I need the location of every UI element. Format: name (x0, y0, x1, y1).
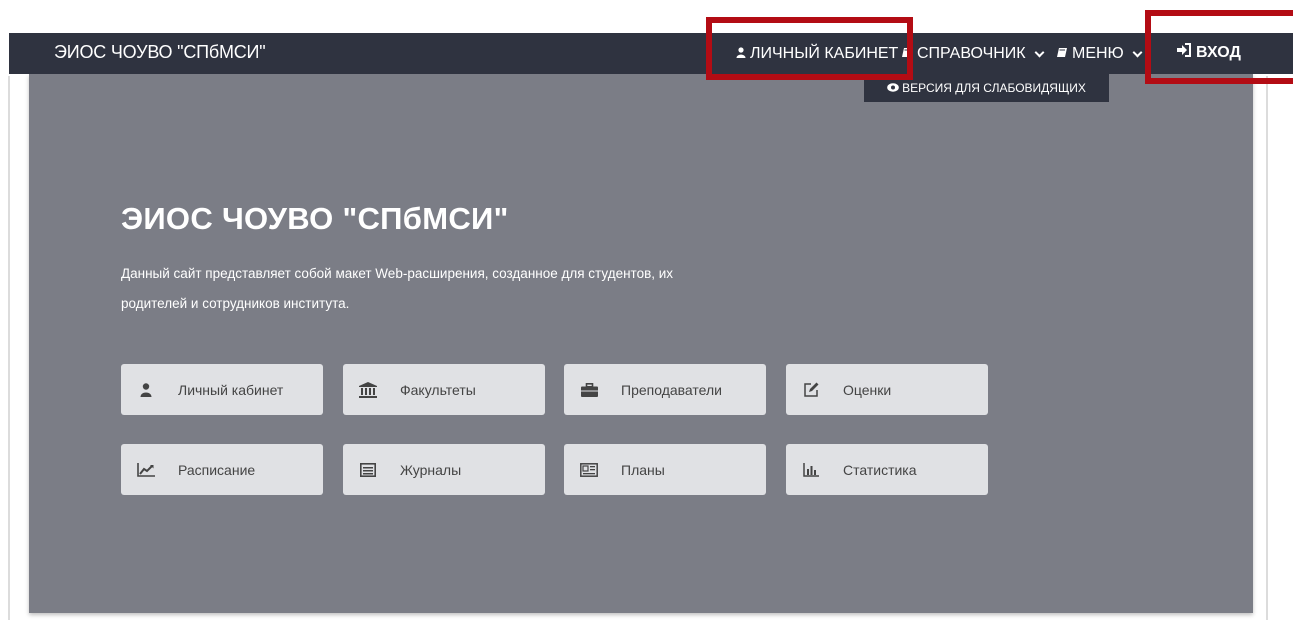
tile-journals[interactable]: Журналы (343, 444, 545, 495)
chevron-down-icon (1132, 47, 1143, 57)
tile-faculties[interactable]: Факультеты (343, 364, 545, 415)
institution-icon (358, 380, 378, 400)
tile-label: Журналы (400, 461, 462, 478)
hero-title: ЭИОС ЧОУВО "СПбМСИ" (121, 201, 509, 236)
tile-label: Планы (621, 461, 665, 478)
tile-label: Личный кабинет (178, 381, 284, 398)
hero-description: Данный сайт представляет собой макет Web… (121, 266, 674, 311)
highlight-login (1145, 10, 1293, 84)
tile-grades[interactable]: Оценки (786, 364, 988, 415)
bar-chart-icon (801, 460, 821, 480)
brand-title[interactable]: ЭИОС ЧОУВО "СПбМСИ" (54, 42, 266, 63)
edit-icon (801, 380, 821, 400)
nav-reference-dropdown[interactable]: СПРАВОЧНИК (902, 45, 1047, 63)
tile-label: Расписание (178, 461, 256, 478)
tile-label: Статистика (843, 461, 917, 478)
tile-label: Оценки (843, 381, 892, 398)
briefcase-icon (579, 380, 599, 400)
newspaper-icon (579, 460, 599, 480)
list-icon (358, 460, 378, 480)
chevron-down-icon (1034, 47, 1045, 57)
tile-plans[interactable]: Планы (564, 444, 766, 495)
book-icon (1057, 45, 1068, 63)
eye-icon (887, 81, 899, 95)
tile-schedule[interactable]: Расписание (121, 444, 323, 495)
top-navbar: ЭИОС ЧОУВО "СПбМСИ" ЛИЧНЫЙ КАБИНЕТ СПРАВ… (9, 33, 1293, 74)
low-vision-label: ВЕРСИЯ ДЛЯ СЛАБОВИДЯЩИХ (902, 81, 1086, 95)
nav-menu-label: МЕНЮ (1072, 45, 1124, 62)
tile-statistics[interactable]: Статистика (786, 444, 988, 495)
tile-teachers[interactable]: Преподаватели (564, 364, 766, 415)
nav-reference-label: СПРАВОЧНИК (917, 45, 1026, 62)
highlight-personal-cabinet (706, 17, 913, 80)
tile-label: Факультеты (400, 381, 476, 398)
hero-section (29, 74, 1253, 613)
line-chart-icon (136, 460, 156, 480)
user-icon (136, 380, 156, 400)
tile-label: Преподаватели (621, 381, 722, 398)
nav-menu-dropdown[interactable]: МЕНЮ (1057, 45, 1145, 63)
tile-personal-cabinet[interactable]: Личный кабинет (121, 364, 323, 415)
